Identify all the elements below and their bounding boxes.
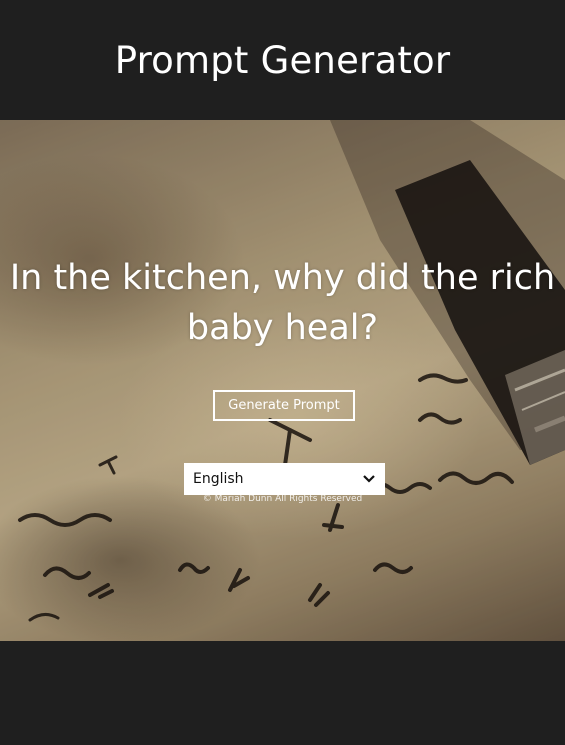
chevron-down-icon <box>363 475 375 483</box>
generated-prompt: In the kitchen, why did the rich baby he… <box>9 258 556 348</box>
language-selected-value: English <box>193 471 244 487</box>
page-title: Prompt Generator <box>114 38 451 82</box>
app-header: Prompt Generator <box>0 0 565 120</box>
footer-bar <box>0 641 565 745</box>
pen-and-paper-image <box>0 120 565 641</box>
hero-background: In the kitchen, why did the rich baby he… <box>0 120 565 641</box>
copyright-notice: © Mariah Dunn All Rights Reserved <box>202 494 363 504</box>
generate-prompt-button[interactable]: Generate Prompt <box>213 390 355 421</box>
language-select[interactable]: English <box>184 463 385 495</box>
